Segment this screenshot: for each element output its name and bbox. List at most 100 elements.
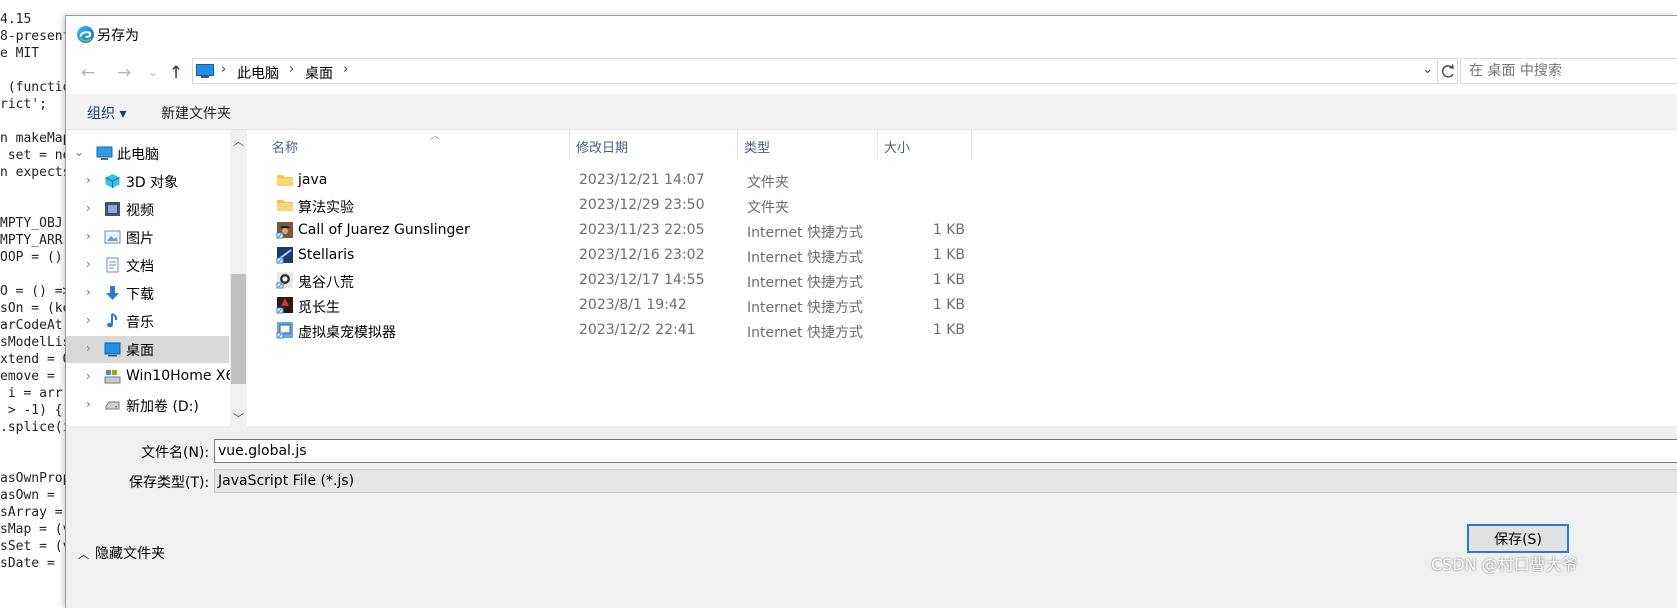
collapsed-chevron-icon[interactable]: › <box>86 285 91 299</box>
edge-browser-icon <box>76 25 95 44</box>
column-header-name[interactable]: 名称 ︿ <box>266 130 570 160</box>
code-line: MPTY_OBJ <box>0 216 70 231</box>
collapsed-chevron-icon[interactable]: › <box>86 397 91 411</box>
navigation-pane-scrollbar[interactable]: ︿ ﹀ <box>230 130 247 426</box>
drive-d-icon <box>105 401 120 410</box>
code-line: > -1) { <box>0 403 63 418</box>
list-item[interactable]: 鬼谷八荒 2023/12/17 14:55 Internet 快捷方式 1 KB <box>270 268 970 293</box>
file-date: 2023/11/23 22:05 <box>579 222 705 238</box>
tree-item-this-pc[interactable]: ⌄ 此电脑 <box>66 140 229 167</box>
save-as-dialog: 另存为 ← → ⌄ ↑ › 此电脑 › 桌面 › ⌄ 组 <box>65 15 1677 608</box>
search-box[interactable] <box>1460 58 1677 84</box>
recent-locations-chevron-icon[interactable]: ⌄ <box>143 63 163 83</box>
file-date: 2023/12/16 23:02 <box>579 247 705 263</box>
file-name: 算法实验 <box>298 200 354 216</box>
collapsed-chevron-icon[interactable]: › <box>86 201 91 215</box>
filename-label: 文件名(N): <box>141 445 210 461</box>
expanded-chevron-icon[interactable]: ⌄ <box>74 145 84 159</box>
save-button[interactable]: 保存(S) <box>1467 524 1569 553</box>
new-folder-button[interactable]: 新建文件夹 <box>161 103 231 123</box>
tree-label: 文档 <box>126 259 154 275</box>
code-line: sArray = <box>0 505 70 520</box>
tree-item-downloads[interactable]: › 下载 <box>66 280 229 307</box>
code-line: i = arr. <box>0 386 70 401</box>
address-dropdown-icon[interactable]: ⌄ <box>1422 62 1433 77</box>
collapsed-chevron-icon[interactable]: › <box>86 369 91 383</box>
collapsed-chevron-icon[interactable]: › <box>86 257 91 271</box>
filetype-select[interactable]: JavaScript File (*.js) <box>214 469 1677 493</box>
hide-folders-toggle[interactable]: ︿ 隐藏文件夹 <box>78 543 165 563</box>
file-name: Call of Juarez Gunslinger <box>298 222 470 238</box>
refresh-button[interactable] <box>1438 58 1458 84</box>
back-arrow-icon[interactable]: ← <box>78 63 98 83</box>
breadcrumb-separator-icon[interactable]: › <box>343 62 348 77</box>
tree-label: 视频 <box>126 203 154 219</box>
game-shortcut-icon <box>276 247 293 264</box>
breadcrumb-this-pc[interactable]: 此电脑 <box>237 63 279 83</box>
tree-item-documents[interactable]: › 文档 <box>66 252 229 279</box>
collapsed-chevron-icon[interactable]: › <box>86 173 91 187</box>
file-type: Internet 快捷方式 <box>747 275 864 291</box>
collapsed-chevron-icon[interactable]: › <box>86 313 91 327</box>
list-item[interactable]: 虚拟桌宠模拟器 2023/12/2 22:41 Internet 快捷方式 1 … <box>270 318 970 343</box>
up-arrow-icon[interactable]: ↑ <box>166 63 186 83</box>
file-name: java <box>298 172 328 188</box>
column-label: 修改日期 <box>576 141 629 156</box>
column-header-date[interactable]: 修改日期 <box>570 130 738 160</box>
code-line: n expects <box>0 165 70 180</box>
tree-item-videos[interactable]: › 视频 <box>66 196 229 223</box>
breadcrumb-desktop[interactable]: 桌面 <box>305 63 333 83</box>
code-line: rict'; <box>0 97 47 112</box>
folder-icon <box>277 175 293 186</box>
tree-label: 图片 <box>126 231 154 247</box>
file-date: 2023/12/2 22:41 <box>579 322 696 338</box>
code-line: e MIT <box>0 46 40 61</box>
collapsed-chevron-icon[interactable]: › <box>86 341 91 355</box>
list-item[interactable]: Stellaris 2023/12/16 23:02 Internet 快捷方式… <box>270 243 970 268</box>
scroll-down-icon[interactable]: ﹀ <box>233 410 244 426</box>
address-bar[interactable]: › 此电脑 › 桌面 › ⌄ <box>192 58 1438 84</box>
file-type: Internet 快捷方式 <box>747 250 864 266</box>
filename-input[interactable] <box>214 439 1677 463</box>
list-item[interactable]: 算法实验 2023/12/29 23:50 文件夹 <box>270 193 970 218</box>
tree-label: 新加卷 (D:) <box>126 399 199 415</box>
code-line: MPTY_ARR <box>0 233 70 248</box>
column-label: 类型 <box>744 141 771 156</box>
list-item[interactable]: 觅长生 2023/8/1 19:42 Internet 快捷方式 1 KB <box>270 293 970 318</box>
title-bar: 另存为 <box>66 16 1677 52</box>
code-line: sMap = (v <box>0 522 70 537</box>
game-shortcut-icon <box>276 272 293 289</box>
tree-item-music[interactable]: › 音乐 <box>66 308 229 335</box>
breadcrumb-separator-icon[interactable]: › <box>289 62 294 77</box>
tree-item-drive-c[interactable]: › Win10Home X6 <box>66 364 234 391</box>
list-item[interactable]: Call of Juarez Gunslinger 2023/11/23 22:… <box>270 218 970 243</box>
code-line: emove = ( <box>0 369 70 384</box>
game-shortcut-icon <box>276 297 293 314</box>
organize-button[interactable]: 组织 ▾ <box>87 103 126 123</box>
search-input[interactable] <box>1461 59 1677 83</box>
column-label: 大小 <box>884 141 911 156</box>
tree-item-pictures[interactable]: › 图片 <box>66 224 229 251</box>
collapsed-chevron-icon[interactable]: › <box>86 229 91 243</box>
file-date: 2023/12/21 14:07 <box>579 172 705 188</box>
file-name: 觅长生 <box>298 300 340 316</box>
code-line: OOP = () <box>0 250 63 265</box>
forward-arrow-icon[interactable]: → <box>114 63 134 83</box>
background-code-editor: 4.15 8-present e MIT (functio rict'; n makeM… <box>0 0 70 608</box>
refresh-icon <box>1441 64 1454 78</box>
scrollbar-thumb[interactable] <box>231 274 246 384</box>
chevron-up-icon: ︿ <box>78 548 89 561</box>
column-header-size[interactable]: 大小 <box>878 130 972 160</box>
hide-folders-label: 隐藏文件夹 <box>95 546 165 562</box>
code-line: sOn = (ke <box>0 301 70 316</box>
tree-item-desktop[interactable]: › 桌面 <box>66 336 229 363</box>
tree-item-3d-objects[interactable]: › 3D 对象 <box>66 168 229 195</box>
tree-item-drive-d[interactable]: › 新加卷 (D:) <box>66 392 229 419</box>
list-item[interactable]: java 2023/12/21 14:07 文件夹 <box>270 168 970 193</box>
tree-label: 3D 对象 <box>126 175 179 191</box>
column-header-type[interactable]: 类型 <box>738 130 878 160</box>
desktop-icon <box>104 342 121 357</box>
breadcrumb-separator-icon[interactable]: › <box>221 62 226 77</box>
tree-label: 此电脑 <box>117 147 159 163</box>
scroll-up-icon[interactable]: ︿ <box>233 133 244 149</box>
